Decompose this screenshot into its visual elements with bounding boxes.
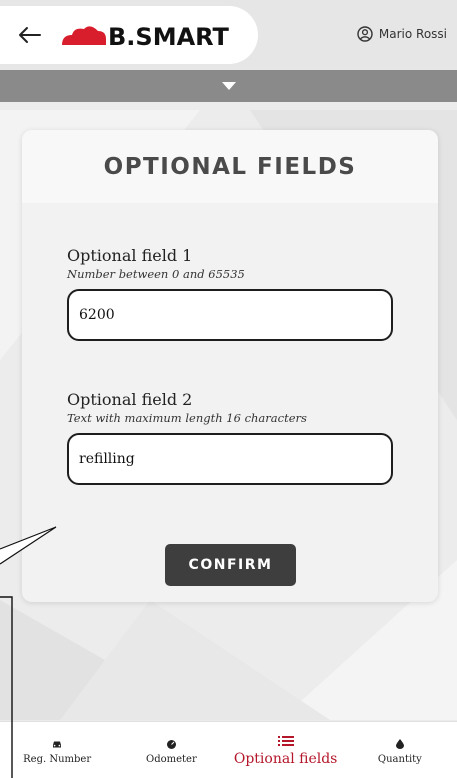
app-header: B.SMART Mario Rossi <box>0 0 457 70</box>
nav-item-odometer[interactable]: Odometer <box>114 722 228 778</box>
triangle-down-icon <box>221 82 236 90</box>
nav-label: Optional fields <box>233 751 338 767</box>
nav-label: Quantity <box>377 753 422 765</box>
card-header: OPTIONAL FIELDS <box>22 130 438 203</box>
user-menu[interactable]: Mario Rossi <box>357 24 447 44</box>
car-icon <box>52 736 62 752</box>
logo-pill: B.SMART <box>0 6 258 64</box>
drop-icon <box>395 736 404 752</box>
confirm-button[interactable]: CONFIRM <box>165 544 296 586</box>
list-icon <box>277 733 294 749</box>
optional-field-2-input[interactable] <box>67 433 393 485</box>
nav-label: Odometer <box>146 753 197 765</box>
field-hint: Text with maximum length 16 characters <box>67 411 307 425</box>
bsmart-logo: B.SMART <box>62 23 230 49</box>
gauge-icon <box>166 736 177 752</box>
optional-field-2: Optional field 2 Text with maximum lengt… <box>67 390 393 485</box>
nav-label: Reg. Number <box>23 753 92 765</box>
nav-item-quantity[interactable]: Quantity <box>343 722 457 778</box>
bottom-nav: Reg. Number Odometer Optional fields Qua… <box>0 721 457 778</box>
user-circle-icon <box>357 26 373 42</box>
collapse-bar[interactable] <box>0 70 457 102</box>
nav-item-reg-number[interactable]: Reg. Number <box>0 722 114 778</box>
optional-field-1-input[interactable] <box>67 289 393 341</box>
optional-field-1: Optional field 1 Number between 0 and 65… <box>67 246 393 341</box>
user-name: Mario Rossi <box>378 27 447 41</box>
card-title: OPTIONAL FIELDS <box>103 153 357 180</box>
logo-text: B.SMART <box>108 23 230 49</box>
field-label: Optional field 2 <box>67 390 193 409</box>
nav-item-optional-fields[interactable]: Optional fields <box>229 722 343 778</box>
field-hint: Number between 0 and 65535 <box>67 267 245 281</box>
optional-fields-card: OPTIONAL FIELDS Optional field 1 Number … <box>22 130 438 602</box>
field-label: Optional field 1 <box>67 246 193 265</box>
back-arrow-icon[interactable] <box>14 23 44 47</box>
